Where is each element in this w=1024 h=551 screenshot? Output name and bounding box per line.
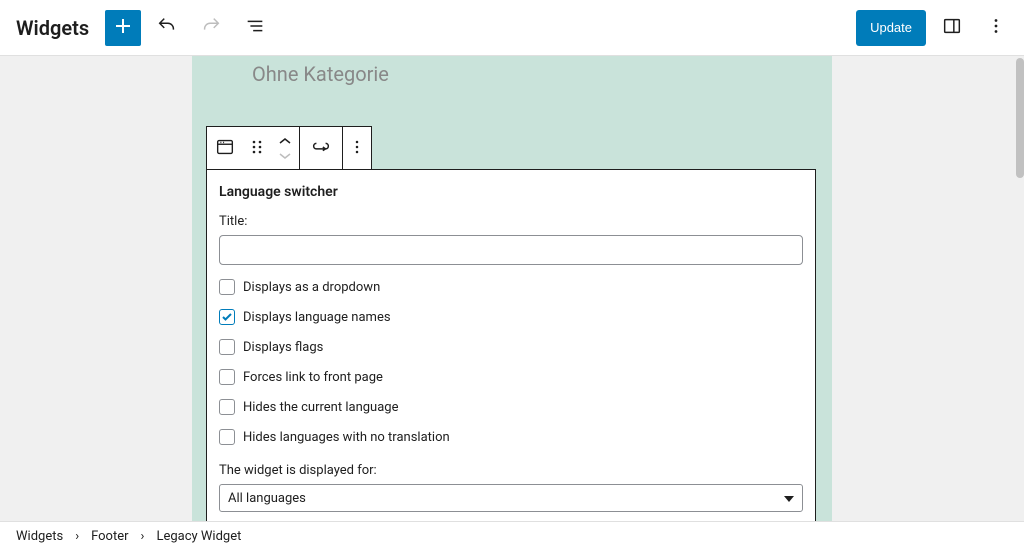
previous-block-heading: Ohne Kategorie [192, 56, 832, 86]
checkbox-label: Hides languages with no translation [243, 430, 450, 445]
redo-icon [200, 15, 222, 40]
more-options-button[interactable] [978, 10, 1014, 46]
undo-button[interactable] [149, 10, 185, 46]
chevron-down-icon [278, 148, 292, 163]
checkbox[interactable] [219, 339, 235, 355]
chevron-right-icon: › [141, 529, 145, 544]
checkbox-label: Hides the current language [243, 400, 398, 415]
title-label: Title: [219, 214, 803, 229]
block-more-options-button[interactable] [343, 127, 371, 169]
checkbox-row[interactable]: Forces link to front page [219, 369, 803, 385]
breadcrumb-block[interactable]: Legacy Widget [156, 529, 241, 544]
plus-icon [111, 14, 135, 41]
move-to-icon [310, 136, 332, 161]
checkbox[interactable] [219, 369, 235, 385]
checkbox-row[interactable]: Displays flags [219, 339, 803, 355]
update-button[interactable]: Update [856, 10, 926, 46]
list-view-button[interactable] [237, 10, 273, 46]
undo-icon [156, 15, 178, 40]
checkbox[interactable] [219, 399, 235, 415]
settings-sidebar-toggle[interactable] [934, 10, 970, 46]
scrollbar[interactable] [1016, 56, 1024, 521]
editor-canvas: Ohne Kategorie [0, 56, 1024, 521]
add-block-button[interactable] [105, 10, 141, 46]
display-for-label: The widget is displayed for: [219, 463, 803, 478]
caret-down-icon [784, 491, 794, 506]
breadcrumb-root[interactable]: Widgets [16, 529, 63, 544]
checkbox[interactable] [219, 309, 235, 325]
block-type-button[interactable] [207, 127, 243, 169]
checkbox[interactable] [219, 279, 235, 295]
widget-heading: Language switcher [219, 184, 803, 200]
scrollbar-thumb[interactable] [1016, 58, 1024, 178]
checkbox-row[interactable]: Hides the current language [219, 399, 803, 415]
display-for-select[interactable]: All languages [219, 484, 803, 512]
chevron-up-icon [278, 133, 292, 148]
checkbox-label: Displays language names [243, 310, 391, 325]
checkbox-label: Forces link to front page [243, 370, 383, 385]
checkbox-label: Displays as a dropdown [243, 280, 380, 295]
block-breadcrumb: Widgets › Footer › Legacy Widget [0, 521, 1024, 551]
checkbox-label: Displays flags [243, 340, 323, 355]
more-vertical-icon [985, 15, 1007, 40]
legacy-widget-icon [214, 136, 236, 161]
list-view-icon [244, 15, 266, 40]
redo-button[interactable] [193, 10, 229, 46]
move-up-down-button[interactable] [271, 127, 299, 169]
drag-icon [249, 137, 265, 160]
checkbox[interactable] [219, 429, 235, 445]
block-toolbar [206, 126, 372, 170]
select-value: All languages [228, 491, 306, 506]
checkbox-row[interactable]: Displays language names [219, 309, 803, 325]
breadcrumb-area[interactable]: Footer [91, 529, 128, 544]
sidebar-icon [941, 15, 963, 40]
checkbox-row[interactable]: Hides languages with no translation [219, 429, 803, 445]
drag-handle[interactable] [243, 127, 271, 169]
legacy-widget-block[interactable]: Language switcher Title: Displays as a d… [206, 169, 816, 521]
more-vertical-icon [347, 137, 367, 160]
title-input[interactable] [219, 235, 803, 265]
move-to-widget-area-button[interactable] [300, 127, 342, 169]
page-title: Widgets [16, 16, 89, 40]
editor-top-bar: Widgets Update [0, 0, 1024, 56]
checkbox-row[interactable]: Displays as a dropdown [219, 279, 803, 295]
chevron-right-icon: › [75, 529, 79, 544]
